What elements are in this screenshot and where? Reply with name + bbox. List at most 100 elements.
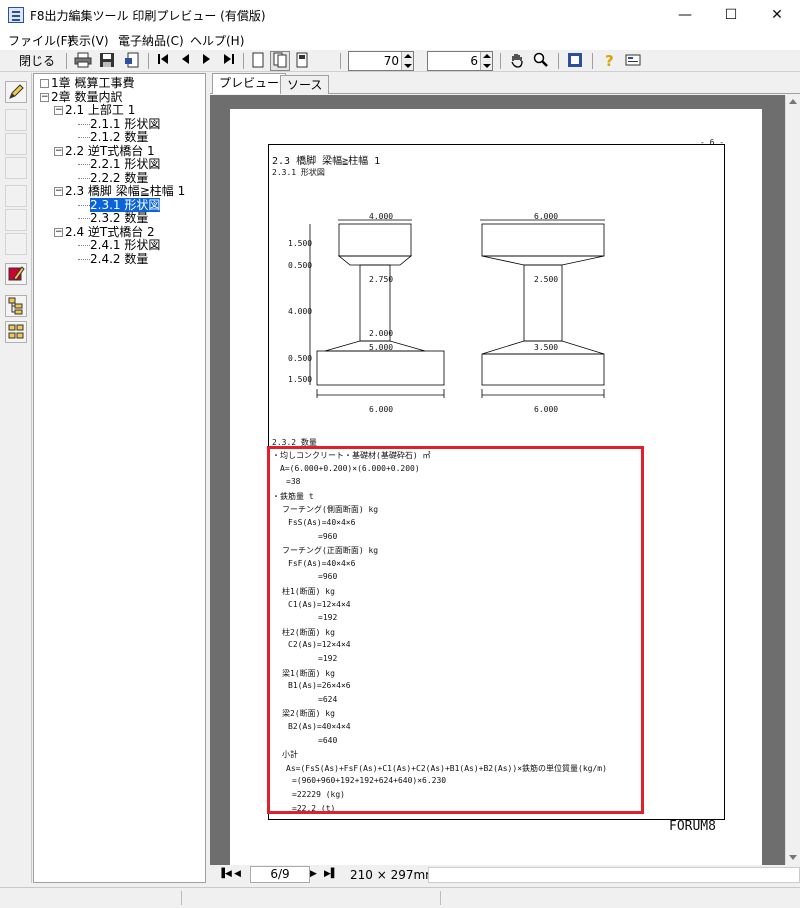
tree-item-label: 2章 数量内訳 xyxy=(51,89,123,104)
status-divider xyxy=(440,891,441,905)
save-icon[interactable] xyxy=(96,51,118,71)
menu-electronic-delivery[interactable]: 電子納品(C) xyxy=(118,32,184,49)
footer-brand: FORUM8 xyxy=(669,819,716,834)
dim-h5: 1.500 xyxy=(288,375,313,384)
window-title: F8出力編集ツール 印刷プレビュー (有償版) xyxy=(30,9,266,23)
tree-item[interactable]: 2.4.1 形状図 xyxy=(78,239,160,252)
nav-first-icon[interactable]: ▐◀ xyxy=(218,869,232,879)
app-icon xyxy=(8,7,24,23)
scroll-up-icon[interactable] xyxy=(789,99,797,104)
nav-prev-icon[interactable]: ◀ xyxy=(234,869,241,879)
document-tree[interactable]: 1章 概算工事費 −2章 数量内訳 −2.1 上部工 1 2.1.1 形状図 2.1.2… xyxy=(33,73,206,883)
tab-preview[interactable]: プレビュー xyxy=(212,73,287,94)
page-nav-bar: ▐◀ ◀ 6/9 ▶ ▶▌ 210 × 297mm xyxy=(210,865,800,885)
maximize-button[interactable]: ☐ xyxy=(708,0,754,30)
dim-h1: 1.500 xyxy=(288,239,313,248)
indent-icon[interactable] xyxy=(5,109,27,131)
tree-item-label: 2.1.1 形状図 xyxy=(90,116,161,131)
tree-expander-icon[interactable]: − xyxy=(54,146,63,156)
tree-expander-icon[interactable]: − xyxy=(40,92,49,102)
tree-expander-icon[interactable]: − xyxy=(54,187,63,196)
menu-file[interactable]: ファイル(F) xyxy=(8,32,72,49)
paste-icon[interactable] xyxy=(5,233,27,255)
last-page-icon[interactable] xyxy=(219,51,239,71)
tree-expander-icon[interactable]: − xyxy=(54,227,63,237)
tree-item-label: 2.2 逆T式橋台 1 xyxy=(65,143,155,158)
tree-item[interactable]: −2.4 逆T式橋台 2 xyxy=(54,225,155,239)
toolbar-separator xyxy=(340,53,341,69)
nav-next-icon[interactable]: ▶ xyxy=(310,869,317,879)
fit-page-icon[interactable] xyxy=(292,51,312,71)
horizontal-scrollbar[interactable] xyxy=(428,867,800,883)
help-icon[interactable]: ? xyxy=(598,51,620,71)
tab-source[interactable]: ソース xyxy=(280,75,330,94)
spin-arrows-icon[interactable] xyxy=(480,52,492,70)
tree-item-label: 2.4.2 数量 xyxy=(90,251,149,266)
print-icon[interactable] xyxy=(72,51,94,71)
outdent-icon[interactable] xyxy=(5,133,27,155)
tree-connector xyxy=(78,204,90,206)
nav-last-icon[interactable]: ▶▌ xyxy=(324,869,338,879)
tree-item[interactable]: 2.3.2 数量 xyxy=(78,212,148,225)
magnify-icon[interactable] xyxy=(530,51,552,71)
tree-item[interactable]: −2.2 逆T式橋台 1 xyxy=(54,143,155,158)
vertical-scrollbar[interactable] xyxy=(785,95,800,865)
page-stepper[interactable]: 6 xyxy=(427,51,493,71)
toolbar-separator xyxy=(66,53,67,69)
edit-pencil-icon[interactable] xyxy=(5,81,27,103)
edit-text-icon[interactable] xyxy=(5,157,27,179)
hand-tool-icon[interactable] xyxy=(506,51,528,71)
close-preview-button[interactable]: 閉じる(X) xyxy=(12,51,62,86)
tree-connector xyxy=(78,245,90,246)
tree-item[interactable]: 2.1.2 数量 xyxy=(78,131,148,144)
tree-item-label: 2.3.2 数量 xyxy=(90,211,149,225)
menu-bar: ファイル(F) 表示(V) 電子納品(C) ヘルプ(H) xyxy=(0,30,800,50)
two-page-icon[interactable] xyxy=(270,51,290,71)
tree-expander-icon[interactable]: − xyxy=(54,106,63,115)
copy-icon[interactable] xyxy=(5,209,27,231)
subsection-shape: 2.3.1 形状図 xyxy=(272,168,325,177)
prev-page-icon[interactable] xyxy=(175,51,195,71)
menu-help[interactable]: ヘルプ(H) xyxy=(190,32,244,49)
scroll-down-icon[interactable] xyxy=(789,855,797,860)
tree-item[interactable]: −2.3 橋脚 梁幅≧柱幅 1 xyxy=(54,185,185,198)
tree-item-label: 2.2.2 数量 xyxy=(90,170,149,185)
menu-view[interactable]: 表示(V) xyxy=(67,32,109,49)
tree-item[interactable]: −2.1 上部工 1 xyxy=(54,104,135,117)
tree-item[interactable]: 1章 概算工事費 xyxy=(40,77,134,90)
tree-item[interactable]: 2.3.1 形状図 xyxy=(78,197,161,212)
page-indicator[interactable]: 6/9 xyxy=(250,866,310,883)
tree-item[interactable]: 2.2.2 数量 xyxy=(78,170,149,185)
tree-connector xyxy=(78,164,90,165)
title-bar: F8出力編集ツール 印刷プレビュー (有償版) — ☐ ✕ xyxy=(0,0,800,30)
settings-icon[interactable] xyxy=(5,263,27,285)
move-icon[interactable] xyxy=(5,185,27,207)
tree-connector xyxy=(78,123,90,125)
zoom-value: 70 xyxy=(383,54,399,68)
close-window-button[interactable]: ✕ xyxy=(754,0,800,30)
tree-item[interactable]: 2.4.2 数量 xyxy=(78,251,149,266)
svg-text:?: ? xyxy=(605,52,614,68)
tree-item-label: 2.2.1 形状図 xyxy=(90,157,161,171)
tree-connector xyxy=(78,218,90,219)
export-icon[interactable] xyxy=(121,51,143,71)
tree-connector xyxy=(78,177,90,179)
toolbar: 閉じる(X) 70 6 xyxy=(0,50,800,86)
first-page-icon[interactable] xyxy=(153,51,173,71)
zoom-stepper[interactable]: 70 xyxy=(348,51,414,71)
tree-structure-icon[interactable] xyxy=(5,295,27,317)
next-page-icon[interactable] xyxy=(197,51,217,71)
fullscreen-icon[interactable] xyxy=(564,51,586,71)
single-page-icon[interactable] xyxy=(248,51,268,71)
tree-item-label: 1章 概算工事費 xyxy=(51,76,135,90)
about-icon[interactable] xyxy=(622,51,644,71)
list-structure-icon[interactable] xyxy=(5,321,27,343)
tree-expander-icon[interactable] xyxy=(40,79,49,88)
minimize-button[interactable]: — xyxy=(662,0,708,30)
spin-arrows-icon[interactable] xyxy=(401,52,413,70)
tree-item-label: 2.1.2 数量 xyxy=(90,130,149,144)
tree-item[interactable]: 2.2.1 形状図 xyxy=(78,158,160,171)
tree-item[interactable]: 2.1.1 形状図 xyxy=(78,116,161,131)
tree-item[interactable]: −2章 数量内訳 xyxy=(40,89,123,104)
status-divider xyxy=(181,891,182,905)
